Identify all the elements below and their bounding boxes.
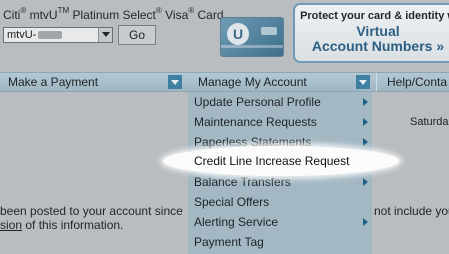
card-product-name: Citi® mtvUTM Platinum Select® Visa® Card	[3, 6, 224, 22]
masked-account-number	[38, 31, 63, 40]
main-nav: Make a Payment Manage My Account Help/Co…	[0, 72, 449, 92]
virtual-account-numbers-promo[interactable]: Protect your card & identity w Virtual A…	[293, 3, 449, 63]
credit-card-image: U	[220, 17, 284, 57]
promo-tagline: Protect your card & identity w	[300, 10, 449, 22]
chevron-down-icon[interactable]	[168, 75, 182, 89]
chevron-right-icon	[363, 138, 368, 146]
body-text-line1-right: not include you	[374, 204, 449, 218]
body-link[interactable]: sion	[0, 218, 22, 232]
menu-item-label: Maintenance Requests	[194, 115, 317, 129]
tab-make-a-payment[interactable]: Make a Payment	[0, 73, 185, 91]
account-select-value: mtvU-	[7, 29, 37, 41]
menu-item-maintenance-requests[interactable]: Maintenance Requests	[188, 112, 372, 132]
tab-label: Manage My Account	[198, 75, 307, 89]
menu-item-label: Payment Tag	[194, 235, 264, 249]
menu-item-label: Balance Transfers	[194, 175, 291, 189]
chevron-right-icon	[363, 118, 368, 126]
promo-subtitle: Account Numbers »	[311, 38, 445, 54]
tab-help-contact[interactable]: Help/Conta	[376, 73, 449, 91]
tab-label: Help/Conta	[387, 75, 448, 89]
menu-item-credit-line-increase-request[interactable]: Credit Line Increase Request	[194, 151, 349, 171]
brand-mtvu: mtvU	[29, 8, 58, 22]
menu-item-alerting-service[interactable]: Alerting Service	[188, 212, 372, 232]
account-select[interactable]: mtvU-	[3, 27, 113, 43]
tab-label: Make a Payment	[8, 75, 99, 89]
brand-visa: Visa	[165, 8, 189, 22]
promo-title: Virtual	[356, 23, 400, 39]
menu-item-label: Alerting Service	[194, 215, 279, 229]
menu-item-label: Update Personal Profile	[194, 95, 321, 109]
chevron-right-icon	[363, 178, 368, 186]
card-logo: U	[227, 23, 249, 45]
menu-item-payment-tag[interactable]: Payment Tag	[188, 232, 372, 252]
brand-citi: Citi	[3, 8, 21, 22]
chevron-down-icon[interactable]	[98, 28, 112, 42]
menu-item-label: Special Offers	[194, 195, 270, 209]
menu-item-special-offers[interactable]: Special Offers	[188, 192, 372, 212]
tab-manage-my-account[interactable]: Manage My Account	[188, 73, 372, 91]
chevron-right-icon	[363, 98, 368, 106]
chevron-right-icon	[363, 218, 368, 226]
brand-platinum: Platinum Select	[72, 8, 156, 22]
body-text-line1-left: been posted to your account since	[0, 204, 183, 218]
chevron-down-icon[interactable]	[356, 75, 370, 89]
card-stripe	[221, 45, 283, 48]
body-text-line2: sion of this information.	[0, 218, 123, 232]
hours-text: Saturda	[410, 116, 449, 128]
go-button[interactable]: Go	[118, 25, 156, 45]
body-text-line2-rest: of this information.	[22, 218, 124, 232]
menu-item-update-personal-profile[interactable]: Update Personal Profile	[188, 92, 372, 112]
card-brand-mark	[261, 27, 277, 35]
